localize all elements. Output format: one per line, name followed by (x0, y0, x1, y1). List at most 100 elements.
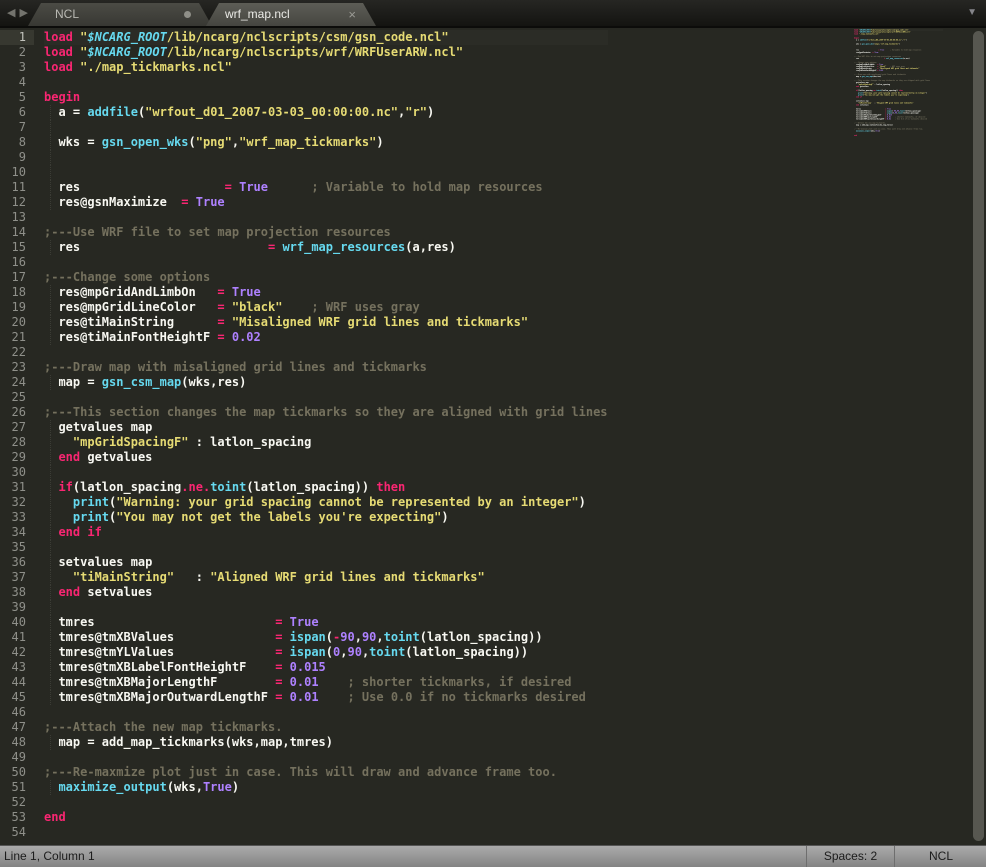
code-line[interactable] (44, 345, 608, 360)
code-line[interactable]: tmres@tmYLValues = ispan(0,90,toint(latl… (44, 645, 608, 660)
indent-indicator[interactable]: Spaces: 2 (806, 846, 894, 867)
gutter-line-number[interactable]: 20 (0, 315, 34, 330)
code-line[interactable] (44, 600, 608, 615)
code-line[interactable]: "mpGridSpacingF" : latlon_spacing (44, 435, 608, 450)
gutter-line-number[interactable]: 40 (0, 615, 34, 630)
code-line[interactable] (44, 210, 608, 225)
code-line[interactable]: ;---This section changes the map tickmar… (44, 405, 608, 420)
code-line[interactable]: res@mpGridLineColor = "black" ; WRF uses… (44, 300, 608, 315)
nav-back-icon[interactable]: ◀ (7, 7, 19, 19)
code-line[interactable] (44, 165, 608, 180)
gutter-line-number[interactable]: 23 (0, 360, 34, 375)
scrollbar-track[interactable] (970, 28, 986, 845)
gutter-line-number[interactable]: 30 (0, 465, 34, 480)
code-line[interactable] (44, 120, 608, 135)
code-line[interactable] (44, 75, 608, 90)
gutter-line-number[interactable]: 33 (0, 510, 34, 525)
tab-wrf-map-ncl[interactable]: wrf_map.ncl × (206, 3, 376, 26)
code-editor[interactable]: 1234567891011121314151617181920212223242… (0, 28, 986, 845)
code-line[interactable] (44, 390, 608, 405)
code-line[interactable]: ;---Attach the new map tickmarks. (44, 720, 608, 735)
code-line[interactable]: ;---Draw map with misaligned grid lines … (44, 360, 608, 375)
gutter-line-number[interactable]: 42 (0, 645, 34, 660)
gutter-line-number[interactable]: 41 (0, 630, 34, 645)
code-line[interactable] (44, 150, 608, 165)
code-line[interactable]: "tiMainString" : "Aligned WRF grid lines… (44, 570, 608, 585)
gutter-line-number[interactable]: 45 (0, 690, 34, 705)
gutter-line-number[interactable]: 11 (0, 180, 34, 195)
gutter-line-number[interactable]: 36 (0, 555, 34, 570)
gutter-line-number[interactable]: 48 (0, 735, 34, 750)
gutter-line-number[interactable]: 25 (0, 390, 34, 405)
code-line[interactable] (44, 465, 608, 480)
gutter-line-number[interactable]: 21 (0, 330, 34, 345)
gutter-line-number[interactable]: 8 (0, 135, 34, 150)
gutter-line-number[interactable]: 51 (0, 780, 34, 795)
gutter-line-number[interactable]: 17 (0, 270, 34, 285)
code-line[interactable]: ;---Use WRF file to set map projection r… (44, 225, 608, 240)
gutter-line-number[interactable]: 16 (0, 255, 34, 270)
code-line[interactable]: load "$NCARG_ROOT/lib/ncarg/nclscripts/c… (44, 30, 608, 45)
gutter-line-number[interactable]: 38 (0, 585, 34, 600)
syntax-indicator[interactable]: NCL (894, 846, 986, 867)
gutter-line-number[interactable]: 22 (0, 345, 34, 360)
code-line[interactable] (44, 255, 608, 270)
code-line[interactable] (854, 136, 943, 138)
code-line[interactable]: wks = gsn_open_wks("png","wrf_map_tickma… (44, 135, 608, 150)
gutter-line-number[interactable]: 37 (0, 570, 34, 585)
gutter-line-number[interactable]: 3 (0, 60, 34, 75)
code-line[interactable]: load "$NCARG_ROOT/lib/ncarg/nclscripts/w… (44, 45, 608, 60)
gutter-line-number[interactable]: 35 (0, 540, 34, 555)
gutter-line-number[interactable]: 4 (0, 75, 34, 90)
gutter-line-number[interactable]: 6 (0, 105, 34, 120)
gutter-line-number[interactable]: 13 (0, 210, 34, 225)
gutter-line-number[interactable]: 5 (0, 90, 34, 105)
code-line[interactable]: ;---Change some options (44, 270, 608, 285)
gutter-line-number[interactable]: 39 (0, 600, 34, 615)
gutter-line-number[interactable]: 27 (0, 420, 34, 435)
gutter-line-number[interactable]: 43 (0, 660, 34, 675)
code-line[interactable]: map = add_map_tickmarks(wks,map,tmres) (44, 735, 608, 750)
gutter-line-number[interactable]: 46 (0, 705, 34, 720)
gutter-line-number[interactable]: 1 (0, 30, 34, 45)
code-line[interactable]: end getvalues (44, 450, 608, 465)
gutter-line-number[interactable]: 47 (0, 720, 34, 735)
close-icon[interactable]: × (348, 3, 356, 26)
code-line[interactable]: setvalues map (44, 555, 608, 570)
gutter-line-number[interactable]: 53 (0, 810, 34, 825)
code-line[interactable]: map = gsn_csm_map(wks,res) (44, 375, 608, 390)
minimap[interactable]: load "$NCARG_ROOT/lib/ncarg/nclscripts/c… (854, 29, 946, 149)
gutter-line-number[interactable]: 44 (0, 675, 34, 690)
code-line[interactable]: getvalues map (44, 420, 608, 435)
code-line[interactable]: res = True ; Variable to hold map resour… (44, 180, 608, 195)
gutter-line-number[interactable]: 14 (0, 225, 34, 240)
gutter-line-number[interactable]: 18 (0, 285, 34, 300)
gutter-line-number[interactable]: 54 (0, 825, 34, 840)
gutter-line-number[interactable]: 15 (0, 240, 34, 255)
gutter-line-number[interactable]: 12 (0, 195, 34, 210)
code-line[interactable]: print("Warning: your grid spacing cannot… (44, 495, 608, 510)
gutter-line-number[interactable]: 34 (0, 525, 34, 540)
code-line[interactable]: tmres = True (44, 615, 608, 630)
gutter-line-number[interactable]: 31 (0, 480, 34, 495)
code-line[interactable]: print("You may not get the labels you're… (44, 510, 608, 525)
code-line[interactable]: res = wrf_map_resources(a,res) (44, 240, 608, 255)
code-line[interactable]: if(latlon_spacing.ne.toint(latlon_spacin… (44, 480, 608, 495)
gutter-line-number[interactable]: 24 (0, 375, 34, 390)
tab-ncl[interactable]: NCL (28, 3, 212, 26)
code-line[interactable]: res@mpGridAndLimbOn = True (44, 285, 608, 300)
code-line[interactable]: maximize_output(wks,True) (44, 780, 608, 795)
code-line[interactable]: res@tiMainFontHeightF = 0.02 (44, 330, 608, 345)
code-line[interactable]: a = addfile("wrfout_d01_2007-03-03_00:00… (44, 105, 608, 120)
scrollbar-thumb[interactable] (973, 31, 984, 841)
tab-overflow-icon[interactable]: ▼ (967, 7, 977, 18)
code-line[interactable]: end (44, 810, 608, 825)
gutter-line-number[interactable]: 10 (0, 165, 34, 180)
code-line[interactable]: load "./map_tickmarks.ncl" (44, 60, 608, 75)
gutter-line-number[interactable]: 26 (0, 405, 34, 420)
code-line[interactable]: tmres@tmXBMajorOutwardLengthF = 0.01 ; U… (44, 690, 608, 705)
code-line[interactable] (44, 795, 608, 810)
gutter-line-number[interactable]: 50 (0, 765, 34, 780)
code-line[interactable]: ;---Re-maxmize plot just in case. This w… (44, 765, 608, 780)
gutter-line-number[interactable]: 49 (0, 750, 34, 765)
